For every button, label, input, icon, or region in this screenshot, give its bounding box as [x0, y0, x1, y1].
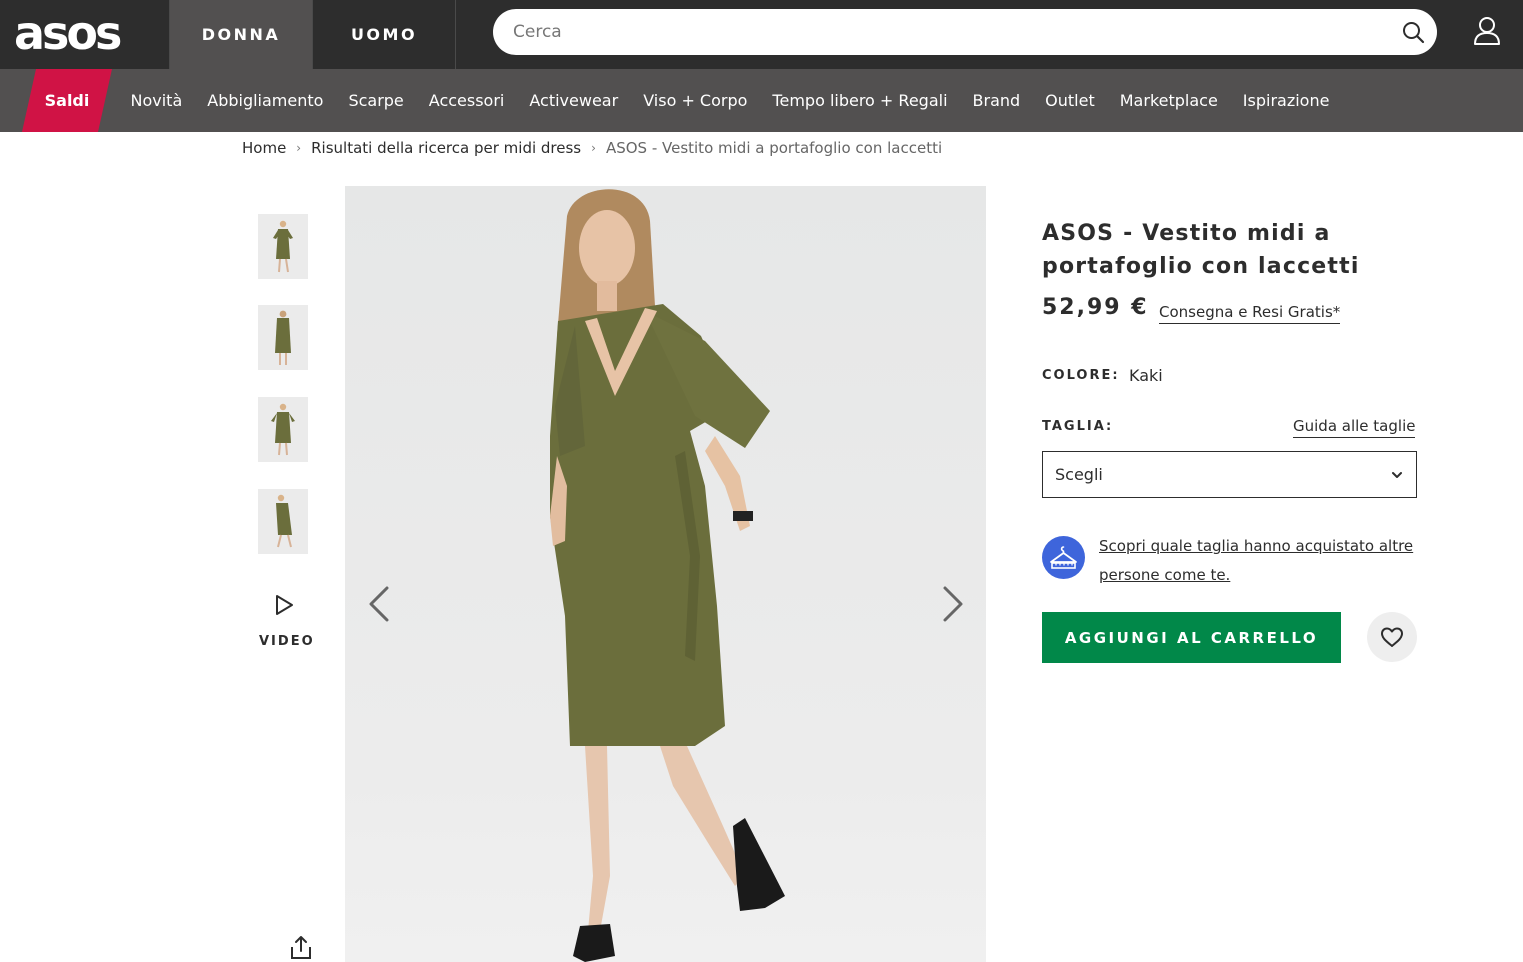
add-to-bag-button[interactable]: AGGIUNGI AL CARRELLO	[1042, 612, 1341, 663]
divider	[455, 0, 456, 69]
chevron-right-icon[interactable]	[939, 584, 967, 624]
nav-item-ispirazione[interactable]: Ispirazione	[1230, 91, 1342, 110]
product-title: ASOS - Vestito midi a portafoglio con la…	[1042, 221, 1360, 279]
nav-item-scarpe[interactable]: Scarpe	[336, 91, 416, 110]
search-bar[interactable]	[493, 9, 1437, 55]
nav-item-accessori[interactable]: Accessori	[416, 91, 517, 110]
nav-links: Novità Abbigliamento Scarpe Accessori Ac…	[118, 69, 1342, 132]
nav-item-saldi[interactable]: Saldi	[22, 69, 112, 132]
product-image	[345, 186, 986, 962]
breadcrumb-home[interactable]: Home	[242, 139, 286, 157]
chevron-right-icon: ›	[591, 141, 596, 155]
chevron-right-icon: ›	[296, 141, 302, 155]
tab-donna[interactable]: DONNA	[169, 0, 312, 69]
breadcrumb-current: ASOS - Vestito midi a portafoglio con la…	[605, 139, 943, 157]
thumbnail-front[interactable]	[258, 214, 308, 279]
top-bar: asos DONNA UOMO	[0, 0, 1523, 69]
size-select-value: Scegli	[1055, 465, 1103, 484]
hanger-icon	[1042, 536, 1085, 579]
nav-item-brand[interactable]: Brand	[960, 91, 1033, 110]
fit-assistant-link[interactable]: Scopri quale taglia hanno acquistato alt…	[1099, 532, 1419, 590]
breadcrumb: Home › Risultati della ricerca per midi …	[242, 139, 942, 157]
colour-label: COLORE:	[1042, 368, 1120, 383]
nav-item-viso-corpo[interactable]: Viso + Corpo	[631, 91, 760, 110]
video-label[interactable]: VIDEO	[259, 634, 313, 649]
chevron-down-icon	[1392, 472, 1402, 478]
tab-uomo[interactable]: UOMO	[312, 0, 455, 69]
search-input[interactable]	[513, 9, 1373, 55]
product-price: 52,99 €	[1042, 295, 1149, 320]
thumbnail-back[interactable]	[258, 305, 308, 370]
nav-item-abbigliamento[interactable]: Abbigliamento	[195, 91, 336, 110]
size-select[interactable]: Scegli	[1042, 451, 1417, 498]
free-delivery-link[interactable]: Consegna e Resi Gratis*	[1159, 303, 1341, 324]
nav-item-outlet[interactable]: Outlet	[1033, 91, 1108, 110]
colour-value: Kaki	[1129, 366, 1163, 385]
nav-item-tempo-libero[interactable]: Tempo libero + Regali	[760, 91, 960, 110]
nav-item-marketplace[interactable]: Marketplace	[1107, 91, 1230, 110]
heart-icon	[1381, 627, 1403, 647]
size-guide-link[interactable]: Guida alle taglie	[1293, 417, 1416, 438]
category-nav: Saldi Novità Abbigliamento Scarpe Access…	[0, 69, 1523, 132]
nav-item-novita[interactable]: Novità	[118, 91, 195, 110]
share-icon[interactable]	[289, 934, 313, 960]
save-for-later-button[interactable]	[1367, 612, 1417, 662]
nav-item-activewear[interactable]: Activewear	[517, 91, 631, 110]
chevron-left-icon[interactable]	[365, 584, 393, 624]
breadcrumb-search-results[interactable]: Risultati della ricerca per midi dress	[311, 139, 581, 157]
account-icon[interactable]	[1473, 16, 1501, 46]
size-label: TAGLIA:	[1042, 419, 1114, 434]
thumbnail-side[interactable]	[258, 397, 308, 462]
thumbnail-detail[interactable]	[258, 489, 308, 554]
play-icon[interactable]	[272, 593, 296, 617]
product-photo	[345, 186, 986, 962]
asos-logo[interactable]: asos	[14, 10, 122, 56]
search-icon[interactable]	[1401, 20, 1425, 44]
